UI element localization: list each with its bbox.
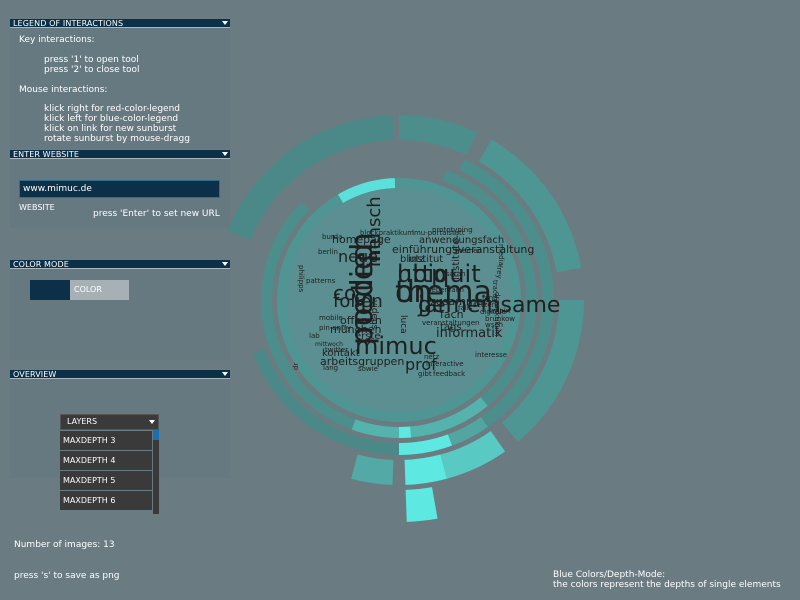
word-cloud-word[interactable]: gibt (418, 370, 432, 378)
word-cloud-word[interactable]: gemeinsame (418, 293, 560, 318)
word-cloud-word[interactable]: interesse (475, 351, 507, 359)
word-cloud-word[interactable]: netz (424, 353, 439, 361)
sunburst-segment[interactable] (404, 454, 447, 485)
word-cloud-word[interactable]: burda (322, 233, 342, 241)
word-cloud-word[interactable]: ubiquit (397, 260, 481, 288)
word-cloud-word[interactable]: mensch (364, 196, 385, 267)
word-cloud-word[interactable]: frey (495, 265, 503, 279)
word-cloud-word[interactable]: lmu-portalstatt (412, 229, 465, 237)
word-cloud-word[interactable]: lab (309, 332, 320, 340)
word-cloud-word[interactable]: sowie (358, 365, 378, 373)
word-cloud-word[interactable]: feedback (433, 370, 466, 378)
sunburst-segment[interactable] (405, 487, 438, 522)
word-cloud-word[interactable]: veranstaltungen (422, 319, 479, 327)
word-cloud-word[interactable]: luca (398, 315, 408, 334)
sunburst-segment[interactable] (399, 115, 478, 155)
sunburst-segment[interactable] (351, 454, 394, 485)
word-cloud-word[interactable]: themen (455, 247, 482, 255)
word-cloud-word[interactable]: lang (323, 364, 338, 372)
word-cloud-word[interactable]: twitter (325, 346, 348, 354)
sunburst-segment[interactable] (399, 426, 412, 438)
word-cloud-word[interactable]: media (497, 244, 505, 266)
word-cloud-word[interactable]: mobile (319, 314, 343, 322)
word-cloud-word[interactable]: patterns (306, 277, 336, 285)
word-cloud-word[interactable]: berlin (318, 248, 338, 256)
word-cloud-word[interactable]: dr (292, 363, 300, 370)
word-cloud-word[interactable]: interactive (426, 360, 464, 368)
word-cloud-word[interactable]: philipps (297, 265, 305, 293)
sunburst-visualization[interactable]: posted onhttpjanlmucomimucfolienneueprofi… (0, 0, 800, 600)
